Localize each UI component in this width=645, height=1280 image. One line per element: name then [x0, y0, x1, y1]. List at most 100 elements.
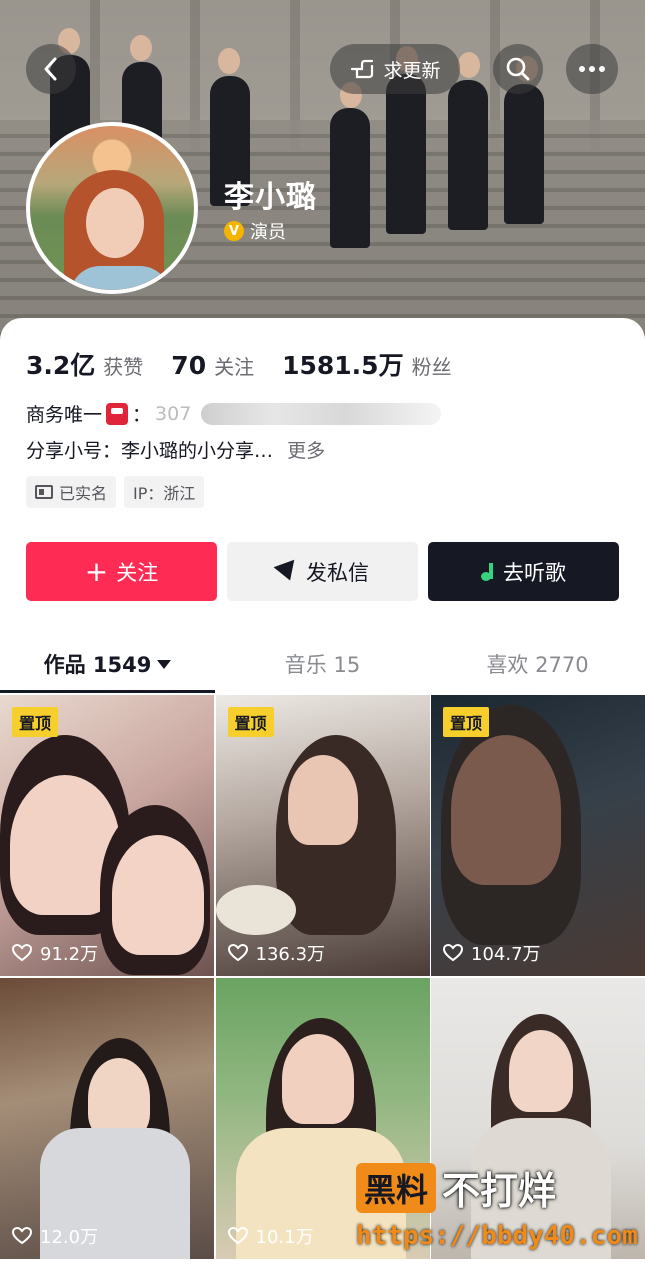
video-likes-count: 12.0万 — [40, 1227, 99, 1248]
tab-works[interactable]: 作品 1549 — [0, 636, 215, 692]
banner-figure — [458, 52, 480, 78]
watermark-title: 黑料 不打烊 — [356, 1160, 626, 1215]
video-thumbnail[interactable]: 12.0万 — [0, 978, 214, 1259]
watermark: 黑料 不打烊 https://bbdy40.com — [356, 1160, 638, 1260]
followers-stat[interactable]: 1581.5万 粉丝 — [282, 346, 451, 382]
id-card-icon — [35, 485, 53, 499]
back-button[interactable] — [26, 44, 76, 94]
avatar[interactable] — [26, 122, 198, 294]
heart-icon — [227, 944, 248, 962]
tab-music[interactable]: 音乐 15 — [215, 636, 430, 692]
follow-label: 关注 — [116, 560, 159, 585]
thumb-figure — [281, 1034, 354, 1124]
video-likes: 91.2万 — [12, 940, 98, 966]
thumb-figure — [509, 1030, 573, 1112]
caret-down-icon — [157, 659, 172, 669]
thumb-figure — [112, 835, 204, 955]
redacted-contact — [201, 402, 442, 425]
business-value: 307 — [155, 402, 192, 425]
heart-icon — [12, 1227, 32, 1245]
action-buttons: + 关注 发私信 去听歌 — [26, 542, 619, 601]
mailbox-icon — [106, 402, 129, 425]
active-tab-indicator — [0, 690, 215, 693]
video-likes-count: 10.1万 — [255, 1227, 314, 1248]
more-dots-icon — [579, 66, 605, 72]
music-note-icon — [481, 562, 495, 581]
more-options-button[interactable] — [566, 44, 618, 94]
content-tabs: 作品 1549 音乐 15 喜欢 2770 — [0, 636, 645, 692]
business-label: 商务唯一 — [26, 404, 103, 426]
watermark-box: 黑料 — [356, 1162, 437, 1213]
profile-chips: 已实名 IP：浙江 — [26, 476, 205, 508]
video-likes: 104.7万 — [443, 940, 541, 966]
role-row: V 演员 — [224, 218, 286, 244]
listen-music-button[interactable]: 去听歌 — [428, 542, 619, 601]
profile-banner: 求更新 李小璐 V 演员 — [0, 0, 645, 340]
heart-icon — [443, 944, 463, 962]
banner-figure — [504, 84, 544, 224]
video-likes: 10.1万 — [227, 1223, 314, 1249]
following-stat[interactable]: 70 关注 — [171, 351, 254, 380]
follow-button[interactable]: + 关注 — [26, 542, 217, 601]
followers-label: 粉丝 — [411, 355, 452, 379]
tab-works-label: 作品 1549 — [43, 653, 152, 677]
bio-line: 分享小号：李小璐的小分享… 更多 — [26, 436, 325, 463]
pinned-badge: 置顶 — [227, 707, 274, 737]
banner-figure — [330, 108, 370, 248]
business-contact-line: 商务唯一 ： 307 — [26, 400, 442, 427]
listen-label: 去听歌 — [503, 560, 566, 585]
bio-more-link[interactable]: 更多 — [287, 440, 325, 462]
watermark-url: https://bbdy40.com — [356, 1221, 638, 1251]
likes-label: 获赞 — [103, 355, 144, 379]
verified-name-chip: 已实名 — [26, 476, 117, 508]
following-label: 关注 — [214, 355, 255, 379]
video-likes: 12.0万 — [12, 1223, 98, 1249]
ip-location-label: IP：浙江 — [133, 484, 196, 503]
following-count: 70 — [171, 351, 207, 380]
request-update-button[interactable]: 求更新 — [330, 44, 460, 94]
banner-figure — [448, 80, 488, 230]
thumb-figure — [451, 735, 561, 885]
banner-figure — [386, 74, 426, 234]
video-thumbnail[interactable]: 置顶 104.7万 — [431, 695, 645, 976]
heart-icon — [12, 944, 32, 962]
avatar-shirt — [70, 266, 170, 290]
verified-name-label: 已实名 — [59, 484, 108, 503]
pinned-badge: 置顶 — [443, 707, 490, 737]
video-likes: 136.3万 — [227, 940, 326, 966]
heart-icon — [227, 1227, 248, 1245]
thumb-figure — [287, 755, 358, 845]
profile-role: 演员 — [250, 222, 286, 243]
send-icon — [273, 559, 301, 584]
watermark-text: 不打烊 — [442, 1169, 557, 1213]
banner-figure — [218, 48, 240, 74]
stats-row: 3.2亿 获赞 70 关注 1581.5万 粉丝 — [26, 346, 452, 382]
search-icon — [506, 57, 530, 81]
search-button[interactable] — [493, 44, 543, 94]
video-thumbnail[interactable]: 置顶 136.3万 — [215, 695, 430, 976]
thumb-figure — [88, 1058, 150, 1138]
message-label: 发私信 — [306, 560, 369, 585]
video-likes-count: 104.7万 — [471, 944, 541, 965]
verified-badge-icon: V — [224, 221, 244, 241]
request-update-label: 求更新 — [383, 59, 441, 82]
chevron-left-icon — [44, 57, 57, 81]
pinned-badge: 置顶 — [12, 707, 59, 737]
profile-card: 3.2亿 获赞 70 关注 1581.5万 粉丝 商务唯一 ： 307 分享小号… — [0, 318, 645, 1280]
tab-music-label: 音乐 15 — [284, 653, 361, 677]
banner-figure — [130, 35, 152, 61]
pointing-hand-icon — [351, 59, 374, 79]
followers-count: 1581.5万 — [282, 351, 404, 380]
video-thumbnail[interactable]: 置顶 91.2万 — [0, 695, 214, 976]
likes-stat: 3.2亿 获赞 — [26, 346, 143, 382]
avatar-face — [86, 188, 144, 258]
business-colon: ： — [132, 404, 152, 426]
message-button[interactable]: 发私信 — [227, 542, 418, 601]
tab-liked-label: 喜欢 2770 — [486, 653, 589, 677]
video-likes-count: 136.3万 — [255, 944, 326, 965]
plus-icon: + — [84, 554, 109, 588]
tab-liked[interactable]: 喜欢 2770 — [430, 636, 645, 692]
ip-location-chip: IP：浙江 — [124, 476, 205, 508]
likes-count: 3.2亿 — [26, 351, 96, 380]
share-account-text: 分享小号：李小璐的小分享… — [26, 440, 274, 462]
